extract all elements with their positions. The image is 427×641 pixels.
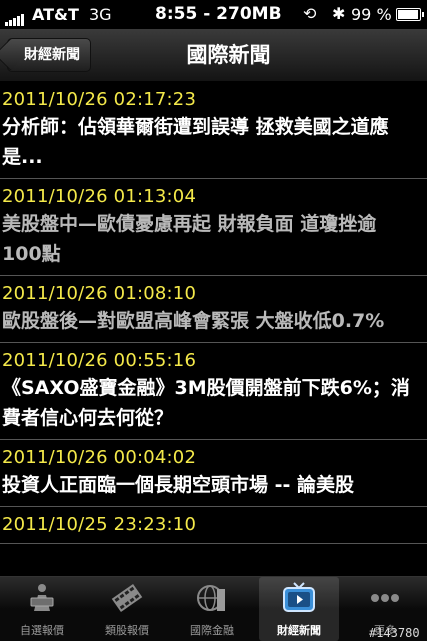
- rotation-lock-icon: ⟲: [303, 4, 317, 23]
- globe-building-icon: [197, 585, 225, 611]
- tab-label: 自選報價: [20, 624, 64, 637]
- news-list[interactable]: 2011/10/26 02:17:23 分析師：佔領華爾街遭到誤導 拯救美國之道應…: [0, 82, 427, 576]
- more-dots-icon: [371, 594, 399, 602]
- news-headline: 歐股盤後—對歐盟高峰會緊張 大盤收低0.7%: [2, 310, 385, 332]
- news-date: 2011/10/26 00:04:02: [2, 447, 197, 468]
- watermark: #143780: [369, 626, 420, 640]
- film-grid-icon: [111, 583, 143, 613]
- network-type: 3G: [89, 5, 112, 24]
- news-date: 2011/10/25 23:23:10: [2, 514, 197, 535]
- news-headline: 分析師：佔領華爾街遭到誤導 拯救美國之道應是...: [2, 116, 389, 168]
- news-item[interactable]: 2011/10/26 01:08:10 歐股盤後—對歐盟高峰會緊張 大盤收低0.7…: [0, 276, 427, 343]
- clock: 8:55 - 270MB: [155, 4, 282, 24]
- news-date: 2011/10/26 01:13:04: [2, 186, 197, 207]
- tab-label: 國際金融: [190, 624, 234, 637]
- status-bar: AT&T 3G 8:55 - 270MB ⟲ ✱ 99 %: [0, 0, 427, 29]
- tab-watchlist[interactable]: 自選報價: [2, 577, 82, 641]
- bluetooth-icon: ✱: [332, 4, 346, 23]
- news-item[interactable]: 2011/10/26 02:17:23 分析師：佔領華爾街遭到誤導 拯救美國之道應…: [0, 82, 427, 179]
- news-headline: 美股盤中—歐債憂慮再起 財報負面 道瓊挫逾100點: [2, 213, 377, 265]
- signal-strength-icon: [5, 7, 25, 26]
- tab-financial-news[interactable]: 財經新聞: [259, 577, 339, 641]
- tab-label: 財經新聞: [277, 624, 321, 637]
- news-date: 2011/10/26 00:55:16: [2, 350, 197, 371]
- news-item[interactable]: 2011/10/25 23:23:10: [0, 507, 427, 544]
- tab-sector-quotes[interactable]: 類股報價: [87, 577, 167, 641]
- person-reading-icon: [30, 584, 54, 611]
- tab-international-finance[interactable]: 國際金融: [172, 577, 252, 641]
- tab-bar: 自選報價 類股報價 國際金融 財經新聞 更多: [0, 576, 427, 641]
- tab-label: 類股報價: [105, 624, 149, 637]
- news-item[interactable]: 2011/10/26 01:13:04 美股盤中—歐債憂慮再起 財報負面 道瓊挫逾…: [0, 179, 427, 276]
- news-date: 2011/10/26 01:08:10: [2, 283, 197, 304]
- navigation-bar: 財經新聞 國際新聞: [0, 29, 427, 82]
- back-button[interactable]: 財經新聞: [7, 38, 91, 72]
- news-headline: 投資人正面臨一個長期空頭市場 -- 論美股: [2, 474, 355, 496]
- news-date: 2011/10/26 02:17:23: [2, 89, 197, 110]
- news-headline: 《SAXO盛寶金融》3M股價開盤前下跌6%；消費者信心何去何從？: [2, 377, 410, 429]
- carrier-name: AT&T: [32, 5, 79, 24]
- tv-icon: [283, 582, 315, 612]
- battery-icon: [396, 8, 424, 21]
- back-button-label: 財經新聞: [24, 47, 80, 63]
- battery-percent: 99 %: [351, 5, 392, 24]
- news-item[interactable]: 2011/10/26 00:04:02 投資人正面臨一個長期空頭市場 -- 論美股: [0, 440, 427, 507]
- news-item[interactable]: 2011/10/26 00:55:16 《SAXO盛寶金融》3M股價開盤前下跌6%…: [0, 343, 427, 440]
